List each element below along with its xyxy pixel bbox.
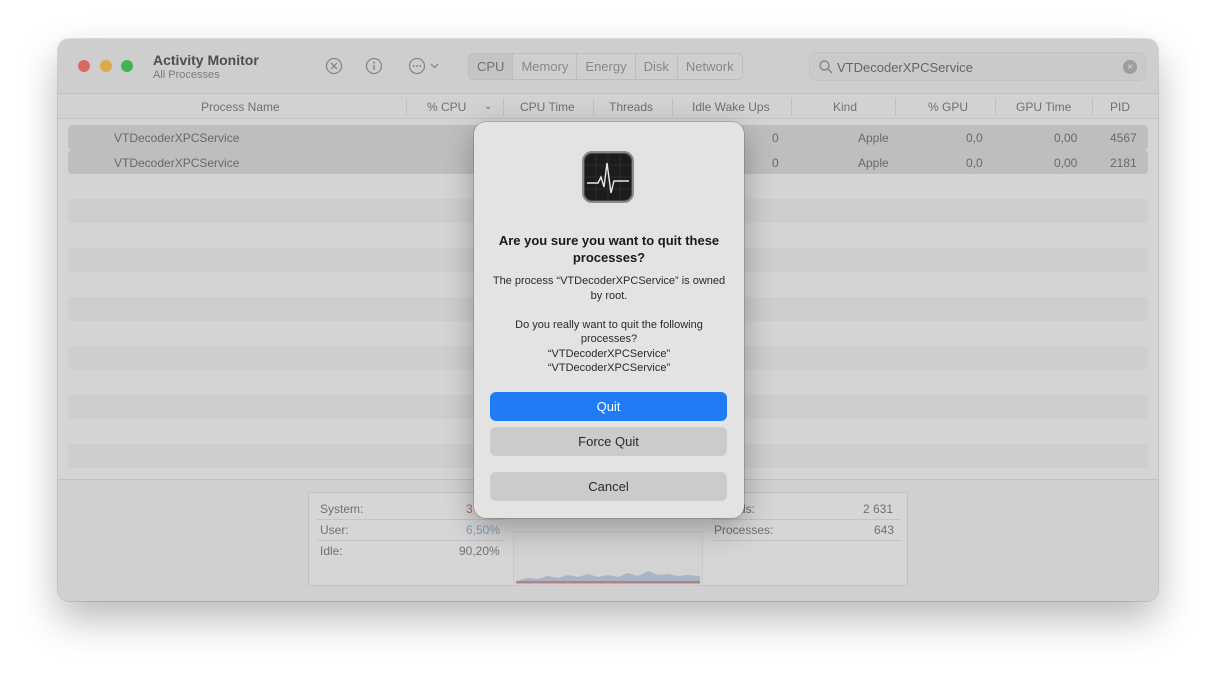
quit-process-dialog: Are you sure you want to quit these proc… — [474, 122, 744, 518]
force-quit-button[interactable]: Force Quit — [490, 427, 727, 456]
activity-monitor-app-icon — [582, 151, 634, 203]
dialog-message: The process “VTDecoderXPCService” is own… — [492, 275, 726, 374]
cancel-button[interactable]: Cancel — [490, 472, 727, 501]
quit-button[interactable]: Quit — [490, 392, 727, 421]
dialog-title: Are you sure you want to quit these proc… — [498, 233, 720, 265]
